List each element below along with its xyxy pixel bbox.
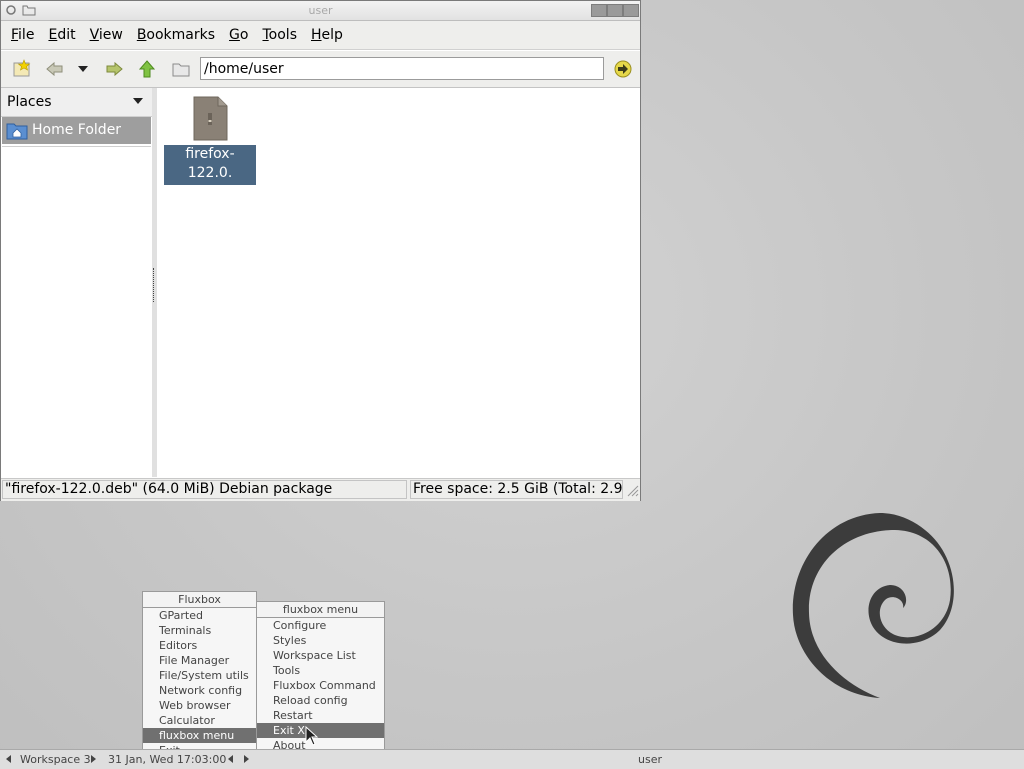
next-workspace-icon[interactable] bbox=[91, 755, 96, 763]
up-icon[interactable] bbox=[136, 58, 158, 80]
places-header[interactable]: Places bbox=[1, 88, 152, 117]
menu-view[interactable]: View bbox=[83, 27, 130, 43]
menu-item-exit-x[interactable]: Exit X bbox=[257, 723, 384, 738]
menu-item-terminals[interactable]: Terminals bbox=[143, 623, 256, 638]
minimize-button[interactable] bbox=[591, 4, 607, 17]
forward-icon[interactable] bbox=[103, 58, 125, 80]
sidebar-item-home-folder[interactable]: Home Folder bbox=[2, 117, 151, 144]
divider bbox=[2, 146, 151, 147]
go-icon[interactable] bbox=[612, 58, 634, 80]
menu-item-editors[interactable]: Editors bbox=[143, 638, 256, 653]
menu-tools[interactable]: Tools bbox=[255, 27, 304, 43]
menu-bookmarks[interactable]: Bookmarks bbox=[130, 27, 222, 43]
menu-item-calculator[interactable]: Calculator bbox=[143, 713, 256, 728]
new-tab-icon[interactable] bbox=[11, 58, 33, 80]
submenu-title: fluxbox menu bbox=[257, 602, 384, 618]
back-icon[interactable] bbox=[44, 58, 66, 80]
menu-item-reload-config[interactable]: Reload config bbox=[257, 693, 384, 708]
close-button[interactable] bbox=[623, 4, 639, 17]
window-titlebar[interactable]: user bbox=[1, 1, 640, 21]
mouse-cursor-icon bbox=[305, 726, 319, 746]
debian-swirl-logo bbox=[792, 513, 954, 698]
prev-window-icon[interactable] bbox=[228, 755, 233, 763]
menubar: File Edit View Bookmarks Go Tools Help bbox=[1, 21, 640, 50]
file-item[interactable]: firefox-122.0. deb bbox=[164, 95, 256, 200]
menu-item-configure[interactable]: Configure bbox=[257, 618, 384, 633]
fluxbox-submenu: fluxbox menu Configure Styles Workspace … bbox=[256, 601, 385, 768]
window-title: user bbox=[308, 4, 333, 17]
menu-help[interactable]: Help bbox=[304, 27, 350, 43]
taskbar: Workspace 3 31 Jan, Wed 17:03:00 user bbox=[0, 749, 1024, 769]
package-file-icon bbox=[193, 96, 228, 141]
next-window-icon[interactable] bbox=[244, 755, 249, 763]
prev-workspace-icon[interactable] bbox=[6, 755, 11, 763]
statusbar: "firefox-122.0.deb" (64.0 MiB) Debian pa… bbox=[1, 478, 640, 501]
resize-grip-icon[interactable] bbox=[625, 483, 639, 497]
status-selection-info: "firefox-122.0.deb" (64.0 MiB) Debian pa… bbox=[2, 480, 407, 499]
history-dropdown-icon[interactable] bbox=[72, 58, 94, 80]
menu-item-network-config[interactable]: Network config bbox=[143, 683, 256, 698]
places-label: Places bbox=[7, 94, 52, 110]
menu-item-fluxbox-menu[interactable]: fluxbox menu bbox=[143, 728, 256, 743]
menu-item-workspace-list[interactable]: Workspace List bbox=[257, 648, 384, 663]
fluxbox-root-menu: Fluxbox GParted Terminals Editors File M… bbox=[142, 591, 257, 759]
menu-edit[interactable]: Edit bbox=[41, 27, 82, 43]
workspace-name[interactable]: Workspace 3 bbox=[20, 753, 91, 766]
file-list: firefox-122.0. deb bbox=[157, 88, 640, 477]
menu-item-file-system-utils[interactable]: File/System utils bbox=[143, 668, 256, 683]
menu-item-styles[interactable]: Styles bbox=[257, 633, 384, 648]
status-free-space: Free space: 2.5 GiB (Total: 2.9 GiB) bbox=[410, 480, 623, 499]
taskbar-item-user[interactable]: user bbox=[638, 753, 662, 766]
menu-title: Fluxbox bbox=[143, 592, 256, 608]
menu-item-file-manager[interactable]: File Manager bbox=[143, 653, 256, 668]
menu-item-gparted[interactable]: GParted bbox=[143, 608, 256, 623]
file-manager-window: user File Edit View Bookmarks Go Tools H… bbox=[0, 0, 641, 501]
clock: 31 Jan, Wed 17:03:00 bbox=[108, 753, 227, 766]
file-name-label: firefox-122.0. deb bbox=[164, 145, 256, 200]
menu-file[interactable]: File bbox=[4, 27, 41, 43]
sidebar-item-label: Home Folder bbox=[32, 122, 122, 138]
menu-item-fluxbox-command[interactable]: Fluxbox Command bbox=[257, 678, 384, 693]
chevron-down-icon[interactable] bbox=[133, 98, 143, 104]
menu-item-restart[interactable]: Restart bbox=[257, 708, 384, 723]
maximize-button[interactable] bbox=[607, 4, 623, 17]
menu-item-web-browser[interactable]: Web browser bbox=[143, 698, 256, 713]
menu-go[interactable]: Go bbox=[222, 27, 255, 43]
folder-icon[interactable] bbox=[170, 58, 192, 80]
places-sidebar: Places Home Folder bbox=[1, 88, 153, 477]
home-folder-icon bbox=[6, 123, 28, 140]
menu-item-tools[interactable]: Tools bbox=[257, 663, 384, 678]
location-input[interactable] bbox=[200, 57, 604, 80]
